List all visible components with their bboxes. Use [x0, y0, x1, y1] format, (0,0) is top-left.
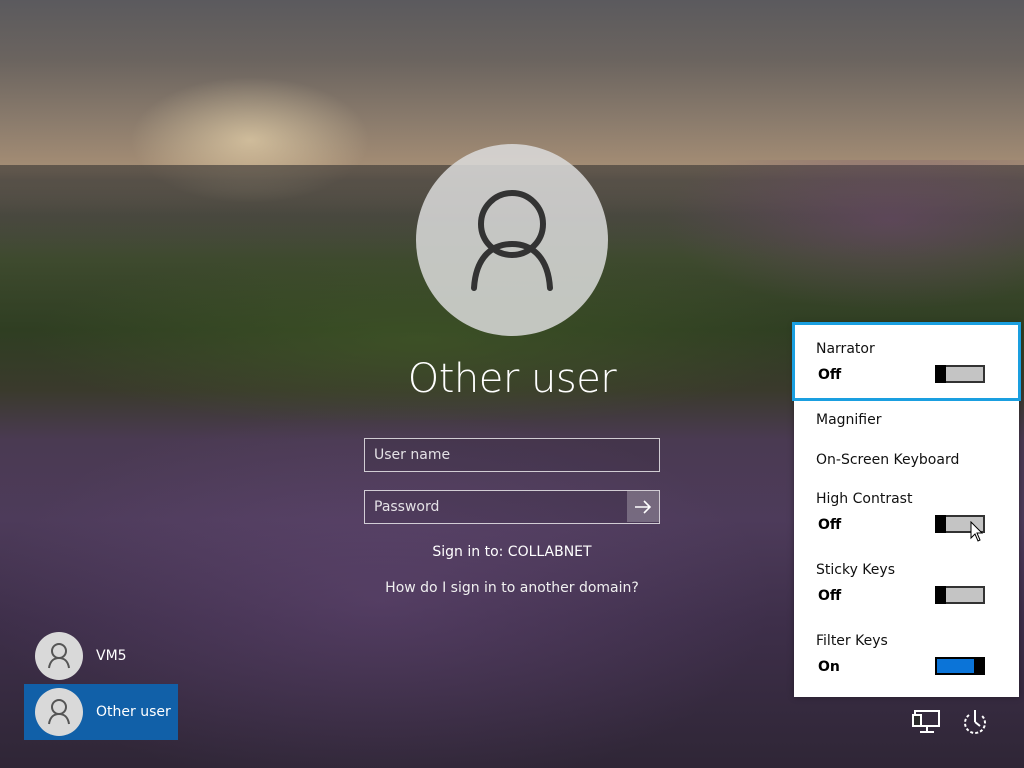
- filter-keys-toggle[interactable]: [935, 657, 985, 675]
- ease-item-state: On: [818, 659, 840, 675]
- narrator-toggle[interactable]: [935, 365, 985, 383]
- mouse-cursor-icon: [970, 521, 984, 542]
- ease-item-label: Narrator: [816, 341, 875, 357]
- ease-item-state: Off: [818, 367, 842, 383]
- user-name-label: Other user: [96, 704, 171, 720]
- ease-item-label: High Contrast: [816, 491, 913, 507]
- user-avatar-small: [35, 632, 83, 680]
- ease-item-high-contrast[interactable]: High Contrast Off: [794, 482, 1019, 550]
- ease-item-state: Off: [818, 588, 842, 604]
- network-button[interactable]: [911, 707, 945, 737]
- ease-item-sticky-keys[interactable]: Sticky Keys Off: [794, 553, 1019, 621]
- password-field-box: [364, 490, 660, 524]
- submit-button[interactable]: [627, 491, 659, 522]
- sticky-keys-toggle[interactable]: [935, 586, 985, 604]
- username-input[interactable]: [365, 439, 659, 471]
- ease-item-magnifier[interactable]: Magnifier: [794, 402, 1019, 438]
- network-icon: [912, 710, 940, 733]
- user-silhouette-icon: [471, 190, 553, 291]
- arrow-right-icon: [635, 499, 652, 514]
- signin-domain-label: Sign in to: COLLABNET: [432, 544, 592, 560]
- toggle-knob: [974, 657, 985, 675]
- user-silhouette-icon: [48, 699, 70, 725]
- ease-item-state: Off: [818, 517, 842, 533]
- power-icon: [964, 710, 986, 734]
- ease-item-label: Magnifier: [816, 412, 882, 428]
- user-avatar: [416, 144, 608, 336]
- another-domain-link[interactable]: How do I sign in to another domain?: [312, 580, 712, 596]
- user-avatar-small: [35, 688, 83, 736]
- ease-of-access-menu: Narrator Off Magnifier On-Screen Keyboar…: [792, 322, 1021, 697]
- ease-item-label: Filter Keys: [816, 633, 888, 649]
- toggle-knob: [935, 586, 946, 604]
- user-item-other-user[interactable]: Other user: [24, 684, 178, 740]
- password-input[interactable]: [365, 491, 627, 523]
- toggle-knob: [935, 515, 946, 533]
- power-button[interactable]: [958, 707, 992, 737]
- toggle-knob: [935, 365, 946, 383]
- ease-item-label: On-Screen Keyboard: [816, 452, 960, 468]
- focus-outline: [792, 322, 1021, 401]
- user-silhouette-icon: [48, 643, 70, 669]
- ease-item-filter-keys[interactable]: Filter Keys On: [794, 624, 1019, 692]
- ease-item-on-screen-keyboard[interactable]: On-Screen Keyboard: [794, 442, 1019, 478]
- user-item-vm5[interactable]: VM5: [24, 628, 178, 684]
- ease-item-narrator[interactable]: Narrator Off: [792, 322, 1021, 401]
- username-field-box: [364, 438, 660, 472]
- ease-item-label: Sticky Keys: [816, 562, 895, 578]
- page-title: Other user: [407, 356, 617, 402]
- user-name-label: VM5: [96, 648, 127, 664]
